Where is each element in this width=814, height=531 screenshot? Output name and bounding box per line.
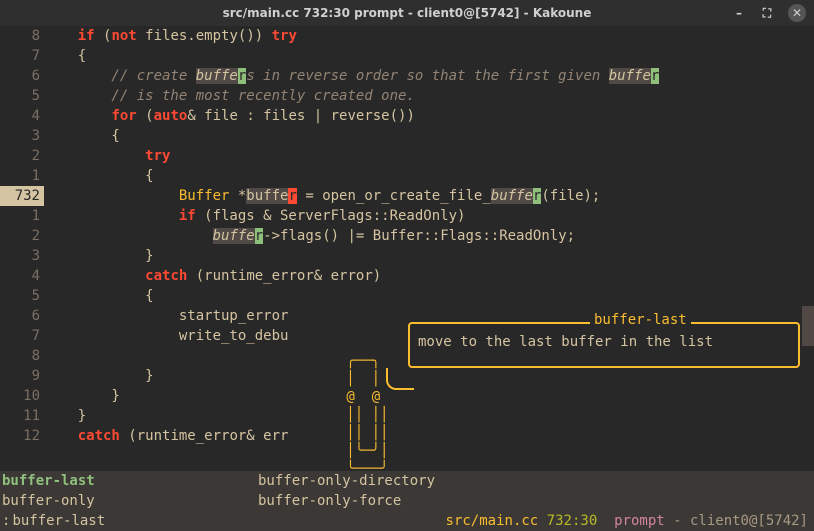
secondary-cursor: r <box>255 228 263 244</box>
completion-item[interactable]: buffer-only-force <box>256 491 512 511</box>
window-titlebar: src/main.cc 732:30 prompt - client0@[574… <box>0 0 814 26</box>
gutter-rel: 5 <box>0 286 44 306</box>
search-match: buffe <box>213 228 255 244</box>
gutter-rel: 4 <box>0 266 44 286</box>
search-match: buffe <box>609 68 651 84</box>
window-controls: – ⛶ ✕ <box>732 4 806 22</box>
gutter-rel: 7 <box>0 46 44 66</box>
search-match: buffe <box>196 68 238 84</box>
prompt-input[interactable]: buffer-last <box>10 511 105 531</box>
gutter-rel: 2 <box>0 146 44 166</box>
gutter-rel: 12 <box>0 426 44 446</box>
minimize-icon[interactable]: – <box>732 6 746 20</box>
editor-viewport[interactable]: 8 if (not files.empty()) try 7 { 6 // cr… <box>0 26 814 531</box>
status-file: src/main.cc <box>446 513 539 529</box>
gutter-rel: 7 <box>0 326 44 346</box>
completion-menu[interactable]: buffer-last buffer-only-directory buffer… <box>0 471 814 511</box>
gutter-current-line: 732 <box>0 186 44 206</box>
gutter-rel: 11 <box>0 406 44 426</box>
gutter-rel: 4 <box>0 106 44 126</box>
gutter-rel: 10 <box>0 386 44 406</box>
gutter-rel: 6 <box>0 306 44 326</box>
gutter-rel: 5 <box>0 86 44 106</box>
gutter-rel: 3 <box>0 126 44 146</box>
completion-item[interactable]: buffer-only <box>0 491 256 511</box>
scrollbar[interactable] <box>802 26 814 471</box>
primary-cursor: r <box>288 188 296 204</box>
gutter-rel: 6 <box>0 66 44 86</box>
gutter-rel: 9 <box>0 366 44 386</box>
secondary-cursor: r <box>651 68 659 84</box>
window-title: src/main.cc 732:30 prompt - client0@[574… <box>223 6 592 20</box>
gutter-rel: 1 <box>0 206 44 226</box>
search-match: buffe <box>491 188 533 204</box>
gutter-rel: 8 <box>0 26 44 46</box>
primary-selection: buffe <box>246 188 288 204</box>
status-line: :buffer-last src/main.cc 732:30 prompt -… <box>0 511 814 531</box>
completion-item-selected[interactable]: buffer-last <box>0 471 256 491</box>
gutter-rel: 1 <box>0 166 44 186</box>
gutter-rel: 2 <box>0 226 44 246</box>
status-position: 732:30 <box>547 513 598 529</box>
gutter-rel: 8 <box>0 346 44 366</box>
scrollbar-thumb[interactable] <box>802 306 814 346</box>
status-client: client0@[5742] <box>690 513 808 529</box>
completion-item[interactable]: buffer-only-directory <box>256 471 512 491</box>
close-icon[interactable]: ✕ <box>788 4 806 22</box>
gutter-rel: 3 <box>0 246 44 266</box>
maximize-icon[interactable]: ⛶ <box>760 6 774 20</box>
status-mode: prompt <box>614 513 665 529</box>
prompt-prefix: : <box>0 511 10 531</box>
